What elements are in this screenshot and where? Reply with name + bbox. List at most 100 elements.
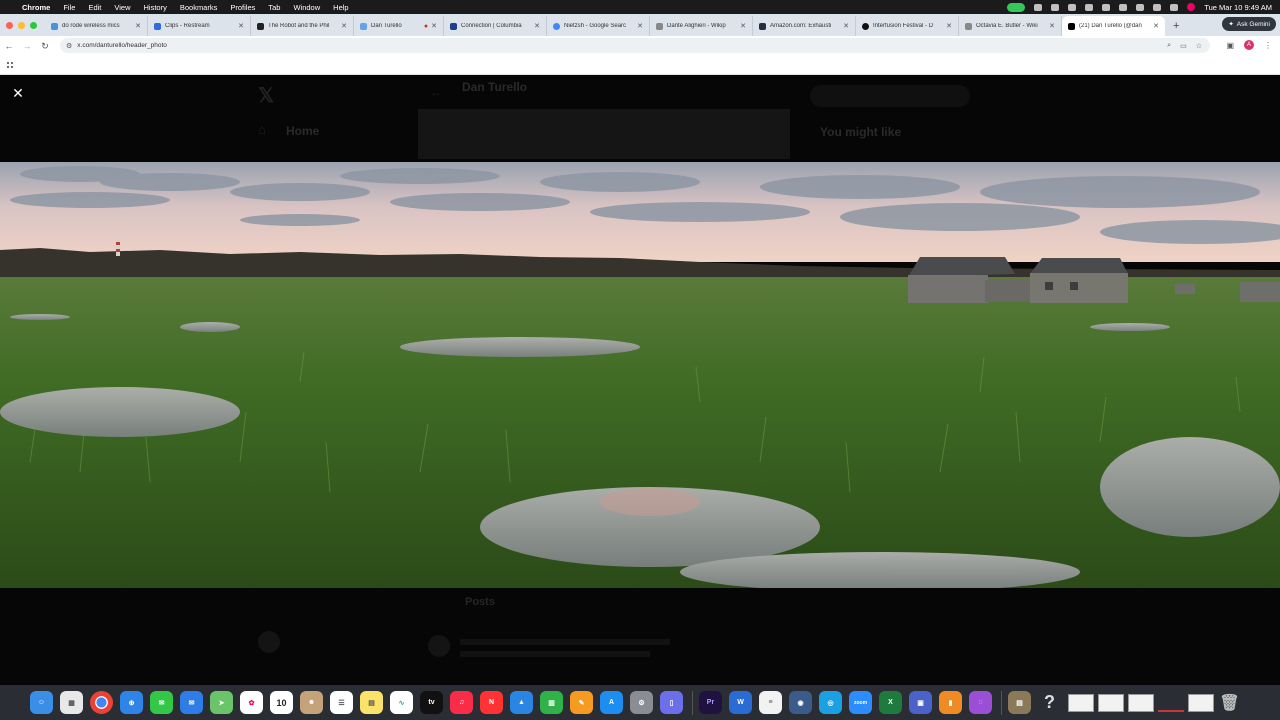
preview-icon[interactable]: ▣ bbox=[909, 691, 932, 714]
maps-icon[interactable]: ➤ bbox=[210, 691, 233, 714]
battery-icon[interactable] bbox=[1119, 3, 1128, 11]
focus-moon-icon[interactable] bbox=[1102, 3, 1111, 11]
quicktime-icon[interactable]: ◎ bbox=[819, 691, 842, 714]
wifi-icon[interactable] bbox=[1136, 3, 1145, 11]
menu-window[interactable]: Window bbox=[293, 3, 320, 12]
chrome-icon[interactable] bbox=[90, 691, 113, 714]
spotlight-search-icon[interactable] bbox=[1153, 3, 1162, 11]
dock-document-thumbnail[interactable] bbox=[1128, 693, 1154, 712]
browser-tab[interactable]: Clips - Restream ✕ bbox=[148, 16, 251, 36]
zoom-window-icon[interactable] bbox=[30, 22, 37, 29]
apps-grid-icon[interactable] bbox=[6, 61, 14, 69]
launchpad-icon[interactable]: ▦ bbox=[60, 691, 83, 714]
disk-utility-icon[interactable]: ◉ bbox=[789, 691, 812, 714]
system-settings-icon[interactable]: ⚙ bbox=[630, 691, 653, 714]
menu-file[interactable]: File bbox=[63, 3, 75, 12]
tab-audio-icon[interactable]: ● bbox=[424, 23, 428, 30]
freeform-icon[interactable]: ∿ bbox=[390, 691, 413, 714]
forward-icon[interactable]: → bbox=[18, 41, 36, 51]
dock-document-thumbnail[interactable] bbox=[1188, 693, 1214, 712]
tab-close-icon[interactable]: ✕ bbox=[1049, 22, 1055, 30]
tab-close-icon[interactable]: ✕ bbox=[740, 22, 746, 30]
notes-icon[interactable]: ▤ bbox=[360, 691, 383, 714]
iphone-mirroring-icon[interactable]: ▯ bbox=[660, 691, 683, 714]
archive-utility-icon[interactable]: ▤ bbox=[1008, 691, 1031, 714]
tab-close-icon[interactable]: ✕ bbox=[1153, 22, 1159, 30]
zoom-icon[interactable]: ⌕ bbox=[1167, 42, 1171, 50]
apple-tv-icon[interactable]: tv bbox=[420, 691, 443, 714]
tab-close-icon[interactable]: ✕ bbox=[238, 22, 244, 30]
help-icon[interactable]: ? bbox=[1038, 691, 1061, 714]
browser-tab[interactable]: Interfusion Festival - D ✕ bbox=[856, 16, 959, 36]
music-icon[interactable]: ♫ bbox=[450, 691, 473, 714]
tab-close-icon[interactable]: ✕ bbox=[843, 22, 849, 30]
tab-close-icon[interactable]: ✕ bbox=[534, 22, 540, 30]
mail-icon[interactable]: ✉ bbox=[180, 691, 203, 714]
dock-document-thumbnail[interactable] bbox=[1068, 693, 1094, 712]
menu-edit[interactable]: Edit bbox=[88, 3, 101, 12]
browser-tab[interactable]: Octavia E. Butler - Wiki ✕ bbox=[959, 16, 1062, 36]
control-center-icon[interactable] bbox=[1170, 3, 1179, 11]
calendar-icon[interactable]: 10 bbox=[270, 691, 293, 714]
cast-icon[interactable]: ▭ bbox=[1180, 42, 1187, 50]
close-window-icon[interactable] bbox=[6, 22, 13, 29]
menu-help[interactable]: Help bbox=[333, 3, 348, 12]
keynote-icon[interactable]: ▲ bbox=[510, 691, 533, 714]
news-icon[interactable]: N bbox=[480, 691, 503, 714]
browser-tab-active[interactable]: (21) Dan Turello (@dan ✕ bbox=[1062, 16, 1165, 36]
tab-close-icon[interactable]: ✕ bbox=[946, 22, 952, 30]
browser-tab[interactable]: Dante Alighieri - Wikip ✕ bbox=[650, 16, 753, 36]
browser-tab[interactable]: Amazon.com: Exhausti ✕ bbox=[753, 16, 856, 36]
podcasts-icon[interactable]: ◌ bbox=[969, 691, 992, 714]
premiere-pro-icon[interactable]: Pr bbox=[699, 691, 722, 714]
photos-icon[interactable]: ✿ bbox=[240, 691, 263, 714]
slack-status-icon[interactable] bbox=[1051, 3, 1060, 11]
ask-gemini-button[interactable]: ✦ Ask Gemini bbox=[1222, 17, 1276, 31]
tab-close-icon[interactable]: ✕ bbox=[637, 22, 643, 30]
extension-status-icon[interactable] bbox=[1034, 3, 1043, 11]
dock-document-thumbnail[interactable] bbox=[1158, 693, 1184, 712]
messages-icon[interactable]: ✉ bbox=[150, 691, 173, 714]
menu-profiles[interactable]: Profiles bbox=[230, 3, 255, 12]
contacts-icon[interactable]: ☻ bbox=[300, 691, 323, 714]
menu-tab[interactable]: Tab bbox=[268, 3, 280, 12]
browser-tab[interactable]: The Robot and the Phil ✕ bbox=[251, 16, 354, 36]
siri-icon[interactable] bbox=[1187, 3, 1196, 11]
profile-avatar[interactable]: A bbox=[1244, 40, 1254, 50]
menu-app-name[interactable]: Chrome bbox=[22, 3, 50, 12]
finder-icon[interactable]: ☺ bbox=[30, 691, 53, 714]
trash-icon[interactable]: 🗑 bbox=[1218, 691, 1241, 714]
creative-cloud-icon[interactable] bbox=[1068, 3, 1077, 11]
word-icon[interactable]: W bbox=[729, 691, 752, 714]
facetime-indicator-icon[interactable] bbox=[1007, 2, 1026, 12]
excel-icon[interactable]: X bbox=[879, 691, 902, 714]
dock-document-thumbnail[interactable] bbox=[1098, 693, 1124, 712]
tab-close-icon[interactable]: ✕ bbox=[135, 22, 141, 30]
sync-status-icon[interactable] bbox=[1085, 3, 1094, 11]
browser-tab[interactable]: Connection | Columbia ✕ bbox=[444, 16, 547, 36]
back-icon[interactable]: ← bbox=[0, 41, 18, 51]
reload-icon[interactable]: ↻ bbox=[36, 41, 54, 52]
new-tab-icon[interactable]: + bbox=[1165, 20, 1187, 36]
site-settings-icon[interactable]: ⚙ bbox=[66, 42, 72, 50]
menu-history[interactable]: History bbox=[144, 3, 167, 12]
menu-bookmarks[interactable]: Bookmarks bbox=[180, 3, 218, 12]
browser-tab[interactable]: Dan Turello ● ✕ bbox=[354, 16, 444, 36]
address-bar[interactable]: ⚙ x.com/danturello/header_photo ⌕ ▭ ☆ bbox=[60, 38, 1210, 53]
app-store-icon[interactable]: A bbox=[600, 691, 623, 714]
tab-close-icon[interactable]: ✕ bbox=[341, 22, 347, 30]
address-url[interactable]: x.com/danturello/header_photo bbox=[77, 42, 167, 49]
close-icon[interactable]: ✕ bbox=[10, 85, 26, 101]
numbers-icon[interactable]: ▥ bbox=[540, 691, 563, 714]
safari-icon[interactable]: ⊕ bbox=[120, 691, 143, 714]
zoom-app-icon[interactable]: zoom bbox=[849, 691, 872, 714]
tab-close-icon[interactable]: ✕ bbox=[431, 22, 437, 30]
reminders-icon[interactable]: ☰ bbox=[330, 691, 353, 714]
browser-tab[interactable]: Nietzsh - Google Searc ✕ bbox=[547, 16, 650, 36]
textedit-icon[interactable]: ≡ bbox=[759, 691, 782, 714]
menu-view[interactable]: View bbox=[114, 3, 130, 12]
books-icon[interactable]: ▮ bbox=[939, 691, 962, 714]
minimize-window-icon[interactable] bbox=[18, 22, 25, 29]
browser-tab[interactable]: do rode wireless mics ✕ bbox=[45, 16, 148, 36]
pages-icon[interactable]: ✎ bbox=[570, 691, 593, 714]
